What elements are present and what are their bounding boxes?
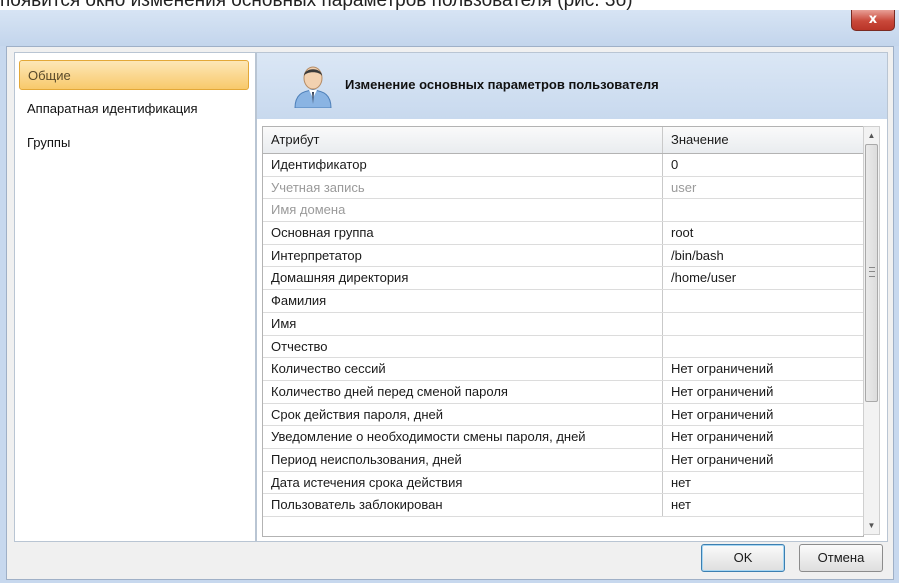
sidebar-item-general[interactable]: Общие (19, 60, 249, 90)
sidebar-nav: Общие Аппаратная идентификация Группы (14, 52, 256, 542)
table-row[interactable]: Количество дней перед сменой пароля Нет о… (263, 380, 863, 404)
value-cell[interactable]: нет (663, 494, 863, 516)
dialog-client-area: Общие Аппаратная идентификация Группы Из… (6, 46, 894, 580)
table-row[interactable]: Домашняя директория/home/user (263, 267, 863, 291)
attribute-cell: Основная группа (263, 222, 663, 244)
column-header-value[interactable]: Значение (663, 127, 863, 153)
title-bar: x (0, 10, 899, 46)
table-row[interactable]: Пользователь заблокирован нет (263, 494, 863, 517)
scroll-down-arrow-icon[interactable]: ▼ (864, 517, 879, 534)
value-cell[interactable]: Нет ограничений (663, 358, 863, 380)
attribute-cell: Имя домена (263, 199, 663, 222)
attribute-cell: Учетная запись (263, 176, 663, 199)
column-header-attribute[interactable]: Атрибут (263, 127, 663, 153)
ok-button[interactable]: OK (701, 544, 785, 572)
table-row[interactable]: Учетная запись user (263, 176, 863, 200)
table-row[interactable]: Количество сессий Нет ограничений (263, 358, 863, 381)
value-cell[interactable]: нет (663, 472, 863, 494)
value-cell[interactable]: user (663, 177, 863, 199)
table-row[interactable]: Имя домена (263, 199, 863, 223)
attribute-cell: Количество дней перед сменой пароля (263, 380, 663, 403)
dialog-window: x Общие Аппаратная идентификация Группы … (0, 10, 899, 583)
attribute-cell: Отчество (263, 335, 663, 358)
attribute-cell: Имя (263, 312, 663, 335)
sidebar-item-groups[interactable]: Группы (19, 128, 249, 158)
attribute-cell: Домашняя директория (263, 267, 663, 290)
value-cell[interactable]: 0 (663, 154, 863, 176)
table-row[interactable]: Дата истечения срока действия нет (263, 471, 863, 495)
scroll-thumb[interactable] (865, 144, 878, 402)
attribute-cell: Количество сессий (263, 358, 663, 380)
value-cell[interactable] (663, 199, 863, 221)
attribute-cell: Пользователь заблокирован (263, 494, 663, 516)
table-row[interactable]: Срок действия пароля, дней Нет ограничени… (263, 403, 863, 427)
table-row[interactable]: Фамилия (263, 290, 863, 313)
table-row[interactable]: Отчество (263, 335, 863, 359)
attribute-cell: Дата истечения срока действия (263, 471, 663, 494)
table-row[interactable]: Период неиспользования, дней Нет ограниче… (263, 448, 863, 472)
table-header: Атрибут Значение (263, 127, 863, 154)
attribute-cell: Срок действия пароля, дней (263, 403, 663, 426)
attribute-cell: Уведомление о необходимости смены пароля… (263, 426, 663, 448)
attribute-cell: Интерпретатор (263, 244, 663, 267)
attributes-table: Атрибут Значение Идентификатор 0 Учетная з… (262, 126, 864, 537)
attribute-cell: Фамилия (263, 290, 663, 312)
main-panel: Изменение основных параметров пользовате… (256, 52, 888, 542)
sidebar-item-hardware-identification[interactable]: Аппаратная идентификация (19, 94, 249, 124)
panel-header: Изменение основных параметров пользовате… (257, 53, 887, 119)
grip-icon (869, 267, 875, 277)
value-cell[interactable]: /home/user (663, 267, 863, 289)
scroll-up-arrow-icon[interactable]: ▲ (864, 127, 879, 144)
table-row[interactable]: Интерпретатор/bin/bash (263, 244, 863, 268)
table-row[interactable]: Основная группа root (263, 222, 863, 245)
cancel-button[interactable]: Отмена (799, 544, 883, 572)
value-cell[interactable]: root (663, 222, 863, 244)
table-row[interactable]: Имя (263, 312, 863, 336)
table-row[interactable]: Идентификатор 0 (263, 154, 863, 177)
table-body: Идентификатор 0 Учетная запись user Имя доме… (263, 154, 863, 517)
attribute-cell: Период неиспользования, дней (263, 448, 663, 471)
user-icon (294, 66, 332, 108)
value-cell[interactable] (663, 290, 863, 312)
value-cell[interactable]: Нет ограничений (663, 381, 863, 403)
close-button[interactable]: x (851, 10, 895, 31)
value-cell[interactable] (663, 313, 863, 335)
value-cell[interactable]: Нет ограничений (663, 426, 863, 448)
table-row[interactable]: Уведомление о необходимости смены пароля… (263, 426, 863, 449)
vertical-scrollbar[interactable]: ▲ ▼ (863, 126, 880, 535)
value-cell[interactable]: /bin/bash (663, 245, 863, 267)
value-cell[interactable] (663, 336, 863, 358)
attribute-cell: Идентификатор (263, 154, 663, 176)
panel-title: Изменение основных параметров пользовате… (345, 77, 659, 92)
value-cell[interactable]: Нет ограничений (663, 449, 863, 471)
value-cell[interactable]: Нет ограничений (663, 404, 863, 426)
